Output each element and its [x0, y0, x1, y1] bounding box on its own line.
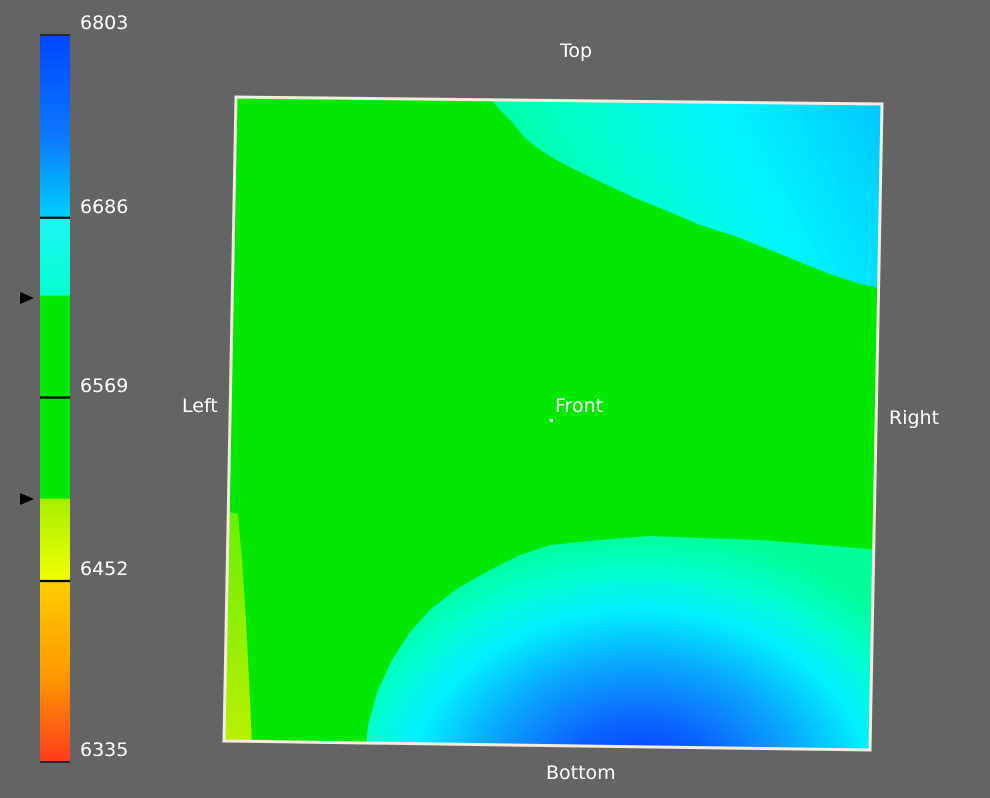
front-label: Front: [555, 395, 604, 417]
left-label: Left: [182, 395, 218, 417]
right-label: Right: [889, 407, 940, 429]
top-label: Top: [560, 40, 593, 62]
origin-point: [550, 419, 553, 422]
bottom-label: Bottom: [546, 762, 616, 784]
contour-plot[interactable]: [0, 0, 990, 798]
